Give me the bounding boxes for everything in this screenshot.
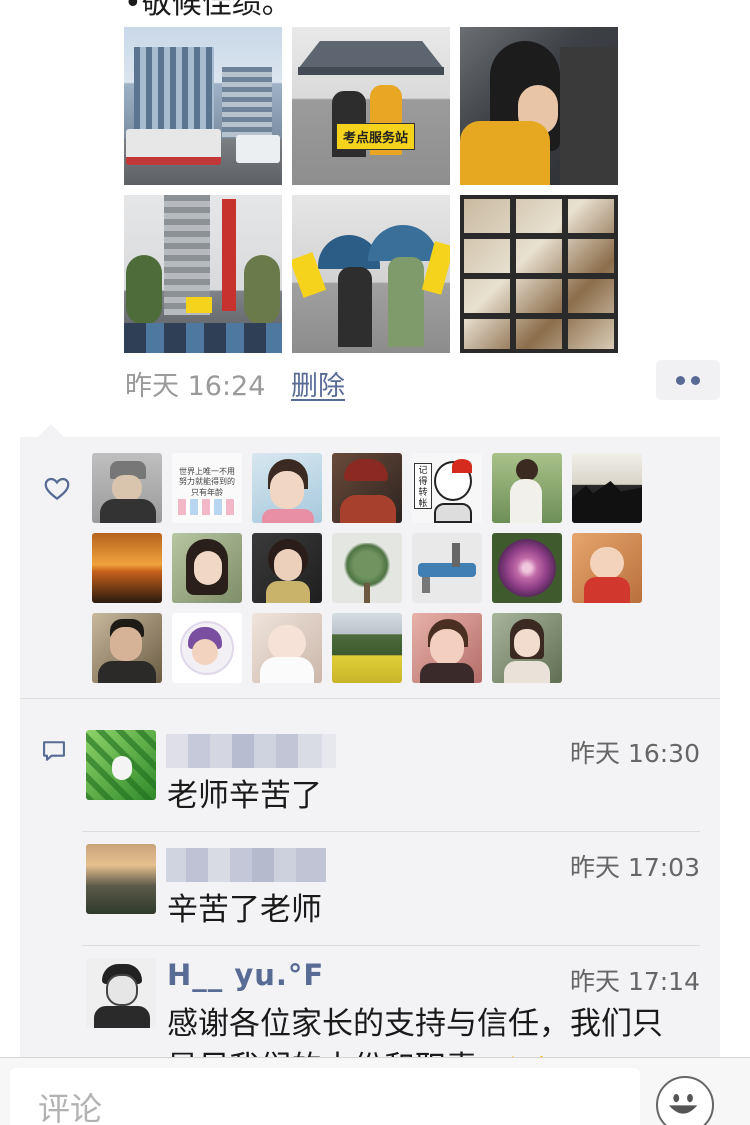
comment-time: 昨天 17:03 (570, 853, 700, 882)
delete-link[interactable]: 删除 (291, 364, 345, 403)
dot-icon (691, 376, 700, 385)
like-avatar[interactable] (412, 613, 482, 683)
like-avatar[interactable]: 世界上唯一不用努力就能得到的只有年龄 (172, 453, 242, 523)
box-pointer (37, 424, 65, 438)
like-avatar[interactable] (172, 613, 242, 683)
comment-text: 辛苦了老师 (167, 892, 322, 928)
comment-input-bar: 评论 (0, 1057, 750, 1125)
post-photo-6[interactable] (460, 195, 618, 353)
like-avatar[interactable] (572, 453, 642, 523)
post-photo-3[interactable] (460, 27, 618, 185)
commenter-name[interactable]: H__ yu.°F (167, 958, 324, 992)
likes-divider (20, 698, 720, 699)
commenter-avatar[interactable] (86, 844, 156, 914)
like-avatar[interactable] (172, 533, 242, 603)
moments-detail-page: •敬候佳绩。 考点服务站 昨天 16:24 删除 世界上唯一不用努力就能得到的只… (0, 0, 750, 1125)
interaction-panel: 世界上唯一不用努力就能得到的只有年龄 记得转帐 昨天 16:30 老师辛苦了 昨… (20, 437, 720, 1086)
more-actions-button[interactable] (656, 360, 720, 400)
like-avatar[interactable] (252, 453, 322, 523)
smiley-icon (668, 1093, 698, 1114)
like-avatar[interactable] (92, 533, 162, 603)
post-photo-2[interactable]: 考点服务站 (292, 27, 450, 185)
comment-item[interactable]: 昨天 17:03 辛苦了老师 (86, 844, 700, 938)
like-avatar[interactable] (92, 613, 162, 683)
comment-text: 老师辛苦了 (167, 778, 322, 814)
like-avatar[interactable] (332, 453, 402, 523)
like-avatar[interactable] (412, 533, 482, 603)
comment-divider (82, 831, 700, 832)
post-photo-4[interactable] (124, 195, 282, 353)
like-avatar[interactable] (252, 533, 322, 603)
like-avatar[interactable] (492, 613, 562, 683)
like-avatar-sticker-text: 记得转帐 (414, 463, 432, 509)
post-time: 昨天 16:24 (125, 371, 266, 402)
post-photo-1[interactable] (124, 27, 282, 185)
like-avatar[interactable] (332, 533, 402, 603)
photo-2-sign: 考点服务站 (336, 123, 416, 150)
commenter-avatar[interactable] (86, 730, 156, 800)
dot-icon (676, 376, 685, 385)
post-text-partial: •敬候佳绩。 (124, 0, 292, 21)
comment-time: 昨天 17:14 (570, 967, 700, 996)
emoji-button[interactable] (656, 1076, 714, 1125)
comment-text: 感谢各位家长的支持与信任，我们只 (167, 1006, 663, 1042)
like-avatar[interactable] (572, 533, 642, 603)
comment-input[interactable]: 评论 (10, 1068, 640, 1125)
comment-divider (82, 945, 700, 946)
like-avatar[interactable] (252, 613, 322, 683)
comment-icon (43, 741, 65, 761)
like-avatar[interactable] (332, 613, 402, 683)
comment-item[interactable]: 昨天 16:30 老师辛苦了 (86, 730, 700, 824)
comment-time: 昨天 16:30 (570, 739, 700, 768)
like-avatar[interactable] (492, 453, 562, 523)
like-avatar[interactable] (492, 533, 562, 603)
commenter-avatar[interactable] (86, 958, 156, 1028)
heart-icon (44, 477, 70, 501)
post-photo-5[interactable] (292, 195, 450, 353)
like-avatar[interactable] (92, 453, 162, 523)
like-avatar[interactable]: 记得转帐 (412, 453, 482, 523)
